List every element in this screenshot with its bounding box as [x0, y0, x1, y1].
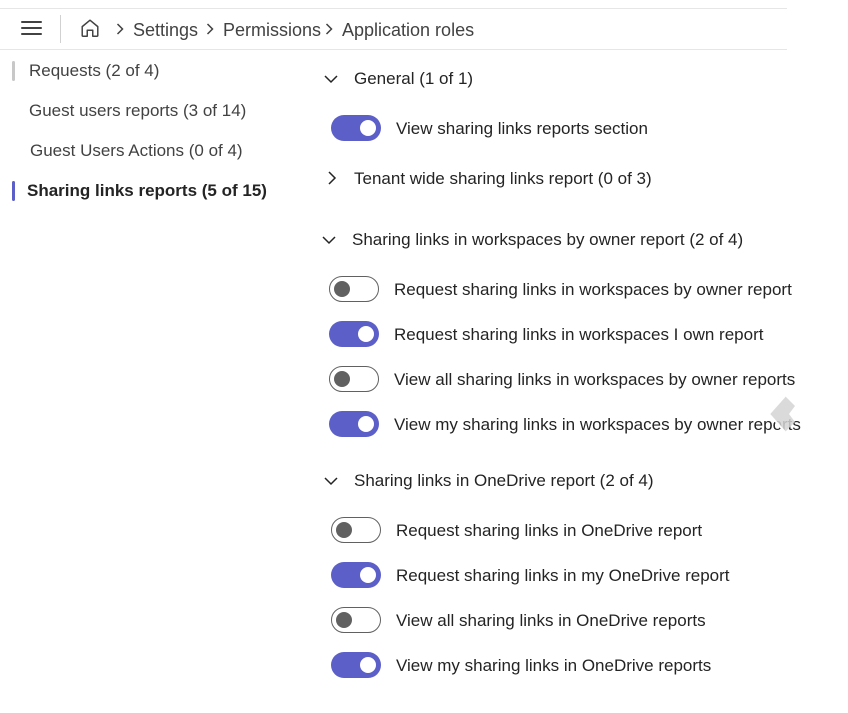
- chevron-right-icon: [325, 23, 333, 35]
- sidebar-item-requests[interactable]: Requests (2 of 4): [29, 60, 159, 82]
- toggle-view-my-onedrive[interactable]: [331, 652, 381, 678]
- chevron-down-icon[interactable]: [323, 71, 339, 87]
- toggle-request-my-onedrive[interactable]: [331, 562, 381, 588]
- breadcrumb-permissions[interactable]: Permissions: [223, 20, 321, 40]
- sidebar-item-guest-users-reports[interactable]: Guest users reports (3 of 14): [29, 100, 246, 122]
- toggle-label: Request sharing links in my OneDrive rep…: [396, 566, 730, 585]
- sidebar-item-sharing-links-reports[interactable]: Sharing links reports (5 of 15): [27, 180, 267, 202]
- header-divider: [60, 15, 61, 43]
- section-title-onedrive[interactable]: Sharing links in OneDrive report (2 of 4…: [354, 470, 654, 492]
- toggle-knob: [360, 657, 376, 673]
- nav-indicator-active: [12, 181, 15, 201]
- toggle-label: View all sharing links in OneDrive repor…: [396, 611, 706, 630]
- nav-indicator-marked: [12, 61, 15, 81]
- mouse-pointer-icon: [767, 395, 795, 433]
- top-bar: Settings Permissions Application roles: [0, 8, 787, 50]
- breadcrumb-settings[interactable]: Settings: [133, 20, 198, 40]
- chevron-right-icon[interactable]: [324, 170, 340, 186]
- toggle-knob: [358, 416, 374, 432]
- section-title-workspaces[interactable]: Sharing links in workspaces by owner rep…: [352, 229, 743, 251]
- hamburger-icon[interactable]: [21, 20, 42, 36]
- section-title-general[interactable]: General (1 of 1): [354, 68, 473, 90]
- toggle-label: View my sharing links in OneDrive report…: [396, 656, 712, 675]
- toggle-knob: [360, 120, 376, 136]
- home-icon[interactable]: [79, 17, 101, 39]
- chevron-down-icon[interactable]: [321, 232, 337, 248]
- toggle-knob: [336, 521, 352, 538]
- toggle-label: View sharing links reports section: [396, 119, 648, 138]
- toggle-knob: [334, 280, 350, 297]
- toggle-view-sharing-links-reports-section[interactable]: [331, 115, 381, 141]
- toggle-view-all-onedrive[interactable]: [331, 607, 381, 633]
- toggle-label: View all sharing links in workspaces by …: [394, 370, 796, 389]
- toggle-label: Request sharing links in OneDrive report: [396, 521, 703, 540]
- toggle-knob: [334, 370, 350, 387]
- section-title-tenant-wide[interactable]: Tenant wide sharing links report (0 of 3…: [354, 168, 652, 190]
- toggle-label: Request sharing links in workspaces I ow…: [394, 325, 764, 344]
- toggle-knob: [360, 567, 376, 583]
- toggle-knob: [336, 611, 352, 628]
- toggle-knob: [358, 326, 374, 342]
- chevron-down-icon[interactable]: [323, 473, 339, 489]
- toggle-request-workspaces-by-owner[interactable]: [329, 276, 379, 302]
- toggle-request-onedrive[interactable]: [331, 517, 381, 543]
- breadcrumb-application-roles[interactable]: Application roles: [342, 20, 474, 40]
- toggle-request-workspaces-i-own[interactable]: [329, 321, 379, 347]
- toggle-label: View my sharing links in workspaces by o…: [394, 415, 801, 434]
- toggle-view-all-workspaces-by-owner[interactable]: [329, 366, 379, 392]
- sidebar-item-guest-users-actions[interactable]: Guest Users Actions (0 of 4): [30, 140, 243, 162]
- chevron-right-icon: [116, 23, 124, 35]
- chevron-right-icon: [206, 23, 214, 35]
- toggle-label: Request sharing links in workspaces by o…: [394, 280, 792, 299]
- toggle-view-my-workspaces-by-owner[interactable]: [329, 411, 379, 437]
